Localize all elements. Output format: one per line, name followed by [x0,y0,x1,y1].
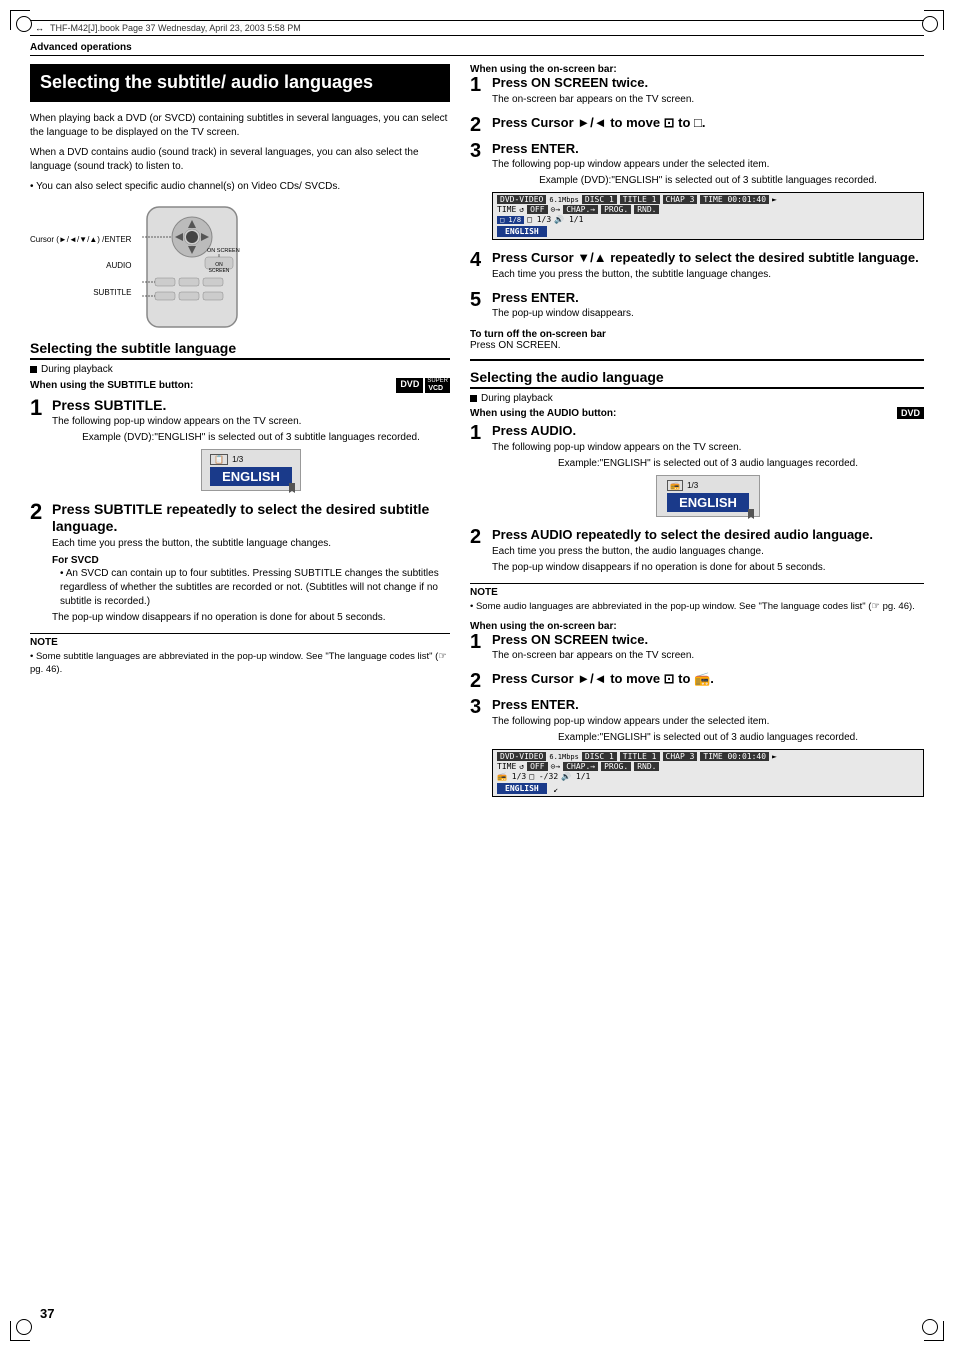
corner-circle-tr [922,16,938,32]
subtitle-note: NOTE • Some subtitle languages are abbre… [30,633,450,677]
onscreen-audio-step1: 1 Press ON SCREEN twice. The on-screen b… [470,632,924,666]
step1-desc: The following pop-up window appears on t… [52,415,450,429]
onscreen-sub-step5-title: Press ENTER. [492,290,924,306]
onscreen-bar-subtitle-label: When using the on-screen bar: [470,64,924,75]
audio-step2: 2 Press AUDIO repeatedly to select the d… [470,527,924,577]
step2-num: 2 [30,501,42,523]
svg-text:ON SCREEN: ON SCREEN [207,248,240,254]
subtitle-step1: 1 Press SUBTITLE. The following pop-up w… [30,397,450,496]
osd-bar-audio: DVD-VIDEO 6.1Mbps DISC 1 TITLE 1 CHAP 3 … [492,749,924,797]
onscreen-audio-step3-desc1: The following pop-up window appears unde… [492,715,924,729]
audio-note: NOTE • Some audio languages are abbrevia… [470,583,924,613]
remote-diagram: ON SCREEN ON SCREEN [137,202,247,332]
step1-example: Example (DVD):"ENGLISH" is selected out … [52,431,450,445]
step2-desc: Each time you press the button, the subt… [52,537,450,551]
header-file: THF-M42[J].book Page 37 Wednesday, April… [50,23,301,33]
onscreen-sub-step1-title: Press ON SCREEN twice. [492,75,924,91]
onscreen-audio-step3-title: Press ENTER. [492,697,924,713]
dvd-badge-audio: DVD [897,407,924,419]
when-subtitle-label: When using the SUBTITLE button: [30,380,193,391]
turn-off-section: To turn off the on-screen bar Press ON S… [470,329,924,351]
step1-num: 1 [30,397,42,419]
intro-para2: When a DVD contains audio (sound track) … [30,146,450,174]
header-bar: ↔ THF-M42[J].book Page 37 Wednesday, Apr… [30,20,924,36]
subtitle-label: SUBTITLE [30,284,131,302]
intro-para1: When playing back a DVD (or SVCD) contai… [30,112,450,140]
onscreen-audio-step3: 3 Press ENTER. The following pop-up wind… [470,697,924,801]
onscreen-sub-step5: 5 Press ENTER. The pop-up window disappe… [470,290,924,324]
onscreen-audio-step2-title: Press Cursor ►/◄ to move ⊡ to 📻. [492,671,924,687]
onscreen-audio-step3-example: Example:"ENGLISH" is selected out of 3 a… [492,731,924,745]
onscreen-audio-step2: 2 Press Cursor ►/◄ to move ⊡ to 📻. [470,671,924,691]
during-playback-label: During playback [30,364,450,375]
corner-circle-tl [16,16,32,32]
audio-label: AUDIO [30,257,131,275]
svg-text:SCREEN: SCREEN [209,268,230,274]
onscreen-sub-step1-desc: The on-screen bar appears on the TV scre… [492,93,924,107]
onscreen-sub-step4-desc: Each time you press the button, the subt… [492,268,924,282]
svcd-label: For SVCD [52,555,450,566]
subtitle-section-heading: Selecting the subtitle language [30,340,450,360]
dvd-badge: DVD [396,378,423,393]
onscreen-audio-step1-desc: The on-screen bar appears on the TV scre… [492,649,924,663]
audio-step2-title: Press AUDIO repeatedly to select the des… [492,527,924,543]
when-audio-label: When using the AUDIO button: [470,408,616,419]
step1-title: Press SUBTITLE. [52,397,450,414]
audio-step2-desc2: The pop-up window disappears if no opera… [492,561,924,575]
cursor-label: Cursor (►/◄/▼/▲) /ENTER [30,231,131,249]
subtitle-step2: 2 Press SUBTITLE repeatedly to select th… [30,501,450,627]
onscreen-sub-step4-title: Press Cursor ▼/▲ repeatedly to select th… [492,250,924,266]
onscreen-sub-step3-example: Example (DVD):"ENGLISH" is selected out … [492,174,924,188]
section-label: Advanced operations [30,42,924,56]
audio-step1-example: Example:"ENGLISH" is selected out of 3 a… [492,457,924,471]
corner-circle-bl [16,1319,32,1335]
audio-step2-desc1: Each time you press the button, the audi… [492,545,924,559]
onscreen-audio-step1-title: Press ON SCREEN twice. [492,632,924,648]
intro-bullet: • You can also select specific audio cha… [30,180,450,194]
title-box: Selecting the subtitle/ audio languages [30,64,450,102]
onscreen-sub-step3-title: Press ENTER. [492,141,924,157]
onscreen-sub-step3: 3 Press ENTER. The following pop-up wind… [470,141,924,245]
onscreen-sub-step1: 1 Press ON SCREEN twice. The on-screen b… [470,75,924,109]
vcd-badge: VCD [425,384,450,393]
audio-step1-title: Press AUDIO. [492,423,924,439]
popup-disappear-desc: The pop-up window disappears if no opera… [52,611,450,625]
audio-during-playback: During playback [470,393,924,404]
onscreen-sub-step4: 4 Press Cursor ▼/▲ repeatedly to select … [470,250,924,284]
corner-circle-br [922,1319,938,1335]
audio-step1: 1 Press AUDIO. The following pop-up wind… [470,423,924,521]
audio-section-heading: Selecting the audio language [470,369,924,389]
onscreen-sub-step2-title: Press Cursor ►/◄ to move ⊡ to □. [492,115,924,131]
onscreen-bar-audio-label: When using the on-screen bar: [470,621,924,632]
page-number: 37 [40,1306,54,1321]
audio-step1-desc: The following pop-up window appears on t… [492,441,924,455]
onscreen-sub-step3-desc1: The following pop-up window appears unde… [492,158,924,172]
onscreen-sub-step2: 2 Press Cursor ►/◄ to move ⊡ to □. [470,115,924,135]
page-title: Selecting the subtitle/ audio languages [40,72,440,94]
onscreen-sub-step5-desc: The pop-up window disappears. [492,307,924,321]
svcd-desc: • An SVCD can contain up to four subtitl… [60,567,450,609]
step2-title: Press SUBTITLE repeatedly to select the … [52,501,450,535]
osd-bar-subtitle: DVD-VIDEO 6.1Mbps DISC 1 TITLE 1 CHAP 3 … [492,192,924,240]
